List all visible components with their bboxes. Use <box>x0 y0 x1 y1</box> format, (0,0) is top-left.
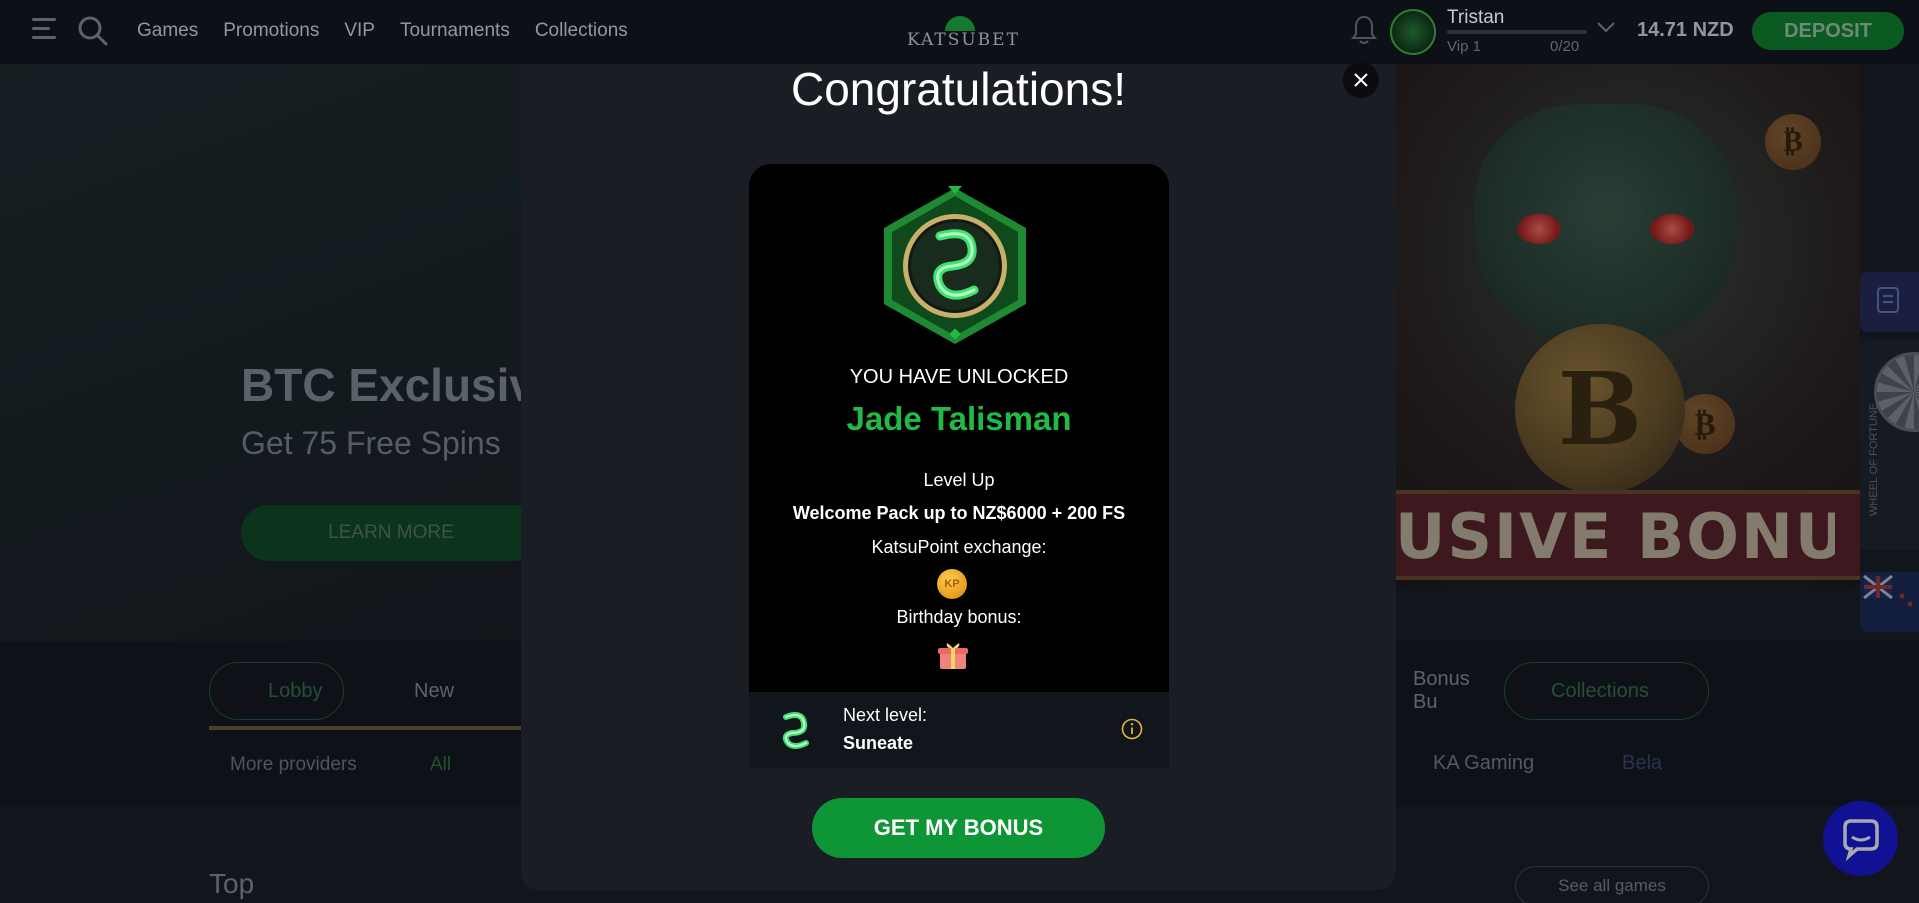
avatar[interactable] <box>1390 9 1436 55</box>
kp-coin-icon: KP <box>937 569 967 599</box>
main-nav: Games Promotions VIP Tournaments Collect… <box>137 20 628 42</box>
next-level-name: Suneate <box>843 733 914 753</box>
birthday-bonus-label: Birthday bonus: <box>896 607 1022 627</box>
nav-promotions[interactable]: Promotions <box>223 20 319 42</box>
get-my-bonus-button[interactable]: GET MY BONUS <box>812 798 1105 858</box>
bell-icon[interactable] <box>1350 14 1378 46</box>
logo-text: KATSUBET <box>907 30 1020 50</box>
nav-vip[interactable]: VIP <box>344 20 375 42</box>
site-logo[interactable]: KATSUBET <box>907 14 1020 50</box>
welcome-pack-label: Welcome Pack up to NZ$6000 + 200 FS <box>792 503 1126 523</box>
nav-tournaments[interactable]: Tournaments <box>400 20 510 42</box>
nav-games[interactable]: Games <box>137 20 198 42</box>
jade-talisman-icon <box>884 186 1026 344</box>
unlock-caption: YOU HAVE UNLOCKED <box>849 366 1069 388</box>
balance: 14.71 NZD <box>1637 19 1734 41</box>
menu-icon[interactable] <box>32 18 56 40</box>
vip-progress-count: 0/20 <box>1550 38 1580 55</box>
vip-level: Vip 1 <box>1447 38 1481 55</box>
info-icon[interactable] <box>1121 718 1143 740</box>
next-level-caption: Next level: <box>843 705 928 725</box>
level-up-label: Level Up <box>923 470 995 490</box>
modal-title: Congratulations! <box>791 63 1126 115</box>
user-name: Tristan <box>1447 7 1505 28</box>
nav-collections[interactable]: Collections <box>535 20 628 42</box>
top-header: Games Promotions VIP Tournaments Collect… <box>0 0 1919 64</box>
katsupoint-exchange-label: KatsuPoint exchange: <box>871 537 1047 557</box>
next-level-icon <box>782 712 809 749</box>
search-icon[interactable] <box>78 16 108 46</box>
vip-progress-bar <box>1447 30 1587 34</box>
gift-icon <box>938 643 968 669</box>
tier-name: Jade Talisman <box>846 400 1072 437</box>
chevron-down-icon[interactable] <box>1596 20 1616 34</box>
deposit-button[interactable]: DEPOSIT <box>1752 12 1904 50</box>
